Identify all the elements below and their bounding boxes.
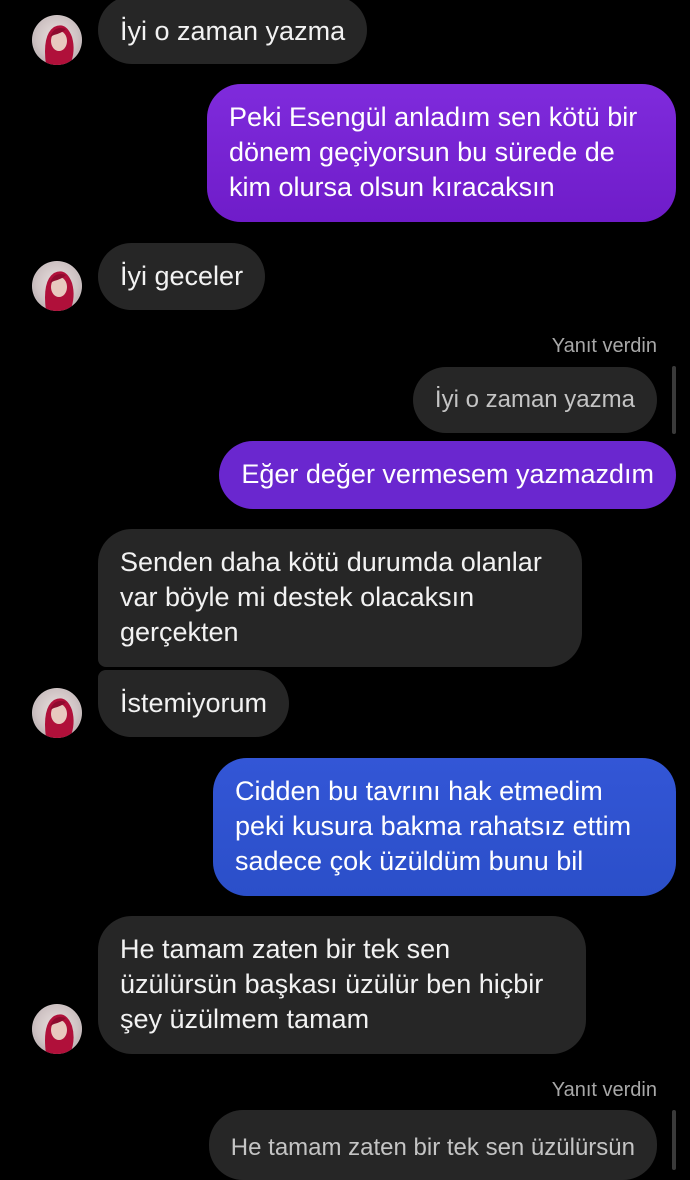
outgoing-message-bubble[interactable]: Eğer değer vermesem yazmazdım [219, 441, 676, 509]
contact-avatar[interactable] [32, 688, 82, 738]
incoming-message-bubble[interactable]: İyi geceler [98, 243, 266, 310]
incoming-message-bubble[interactable]: He tamam zaten bir tek sen üzülürsün baş… [98, 916, 586, 1054]
incoming-message-bubble[interactable]: İyi o zaman yazma [98, 0, 368, 64]
contact-avatar[interactable] [32, 15, 82, 65]
reply-indicator-bar [672, 1110, 676, 1170]
reply-label: Yanıt verdin [551, 1079, 657, 1101]
reply-indicator-bar [672, 366, 676, 434]
replied-message-preview[interactable]: He tamam zaten bir tek sen üzülürsün [208, 1110, 657, 1180]
outgoing-message-bubble[interactable]: Peki Esengül anladım sen kötü bir dönem … [207, 84, 676, 222]
contact-avatar[interactable] [32, 1004, 82, 1054]
incoming-message-bubble[interactable]: İstemiyorum [98, 670, 290, 737]
reply-label: Yanıt verdin [551, 335, 657, 357]
contact-avatar[interactable] [32, 261, 82, 311]
outgoing-message-bubble[interactable]: Cidden bu tavrını hak etmedim peki kusur… [213, 758, 676, 896]
replied-message-preview[interactable]: İyi o zaman yazma [412, 367, 657, 433]
incoming-message-bubble[interactable]: Senden daha kötü durumda olanlar var böy… [98, 529, 582, 667]
